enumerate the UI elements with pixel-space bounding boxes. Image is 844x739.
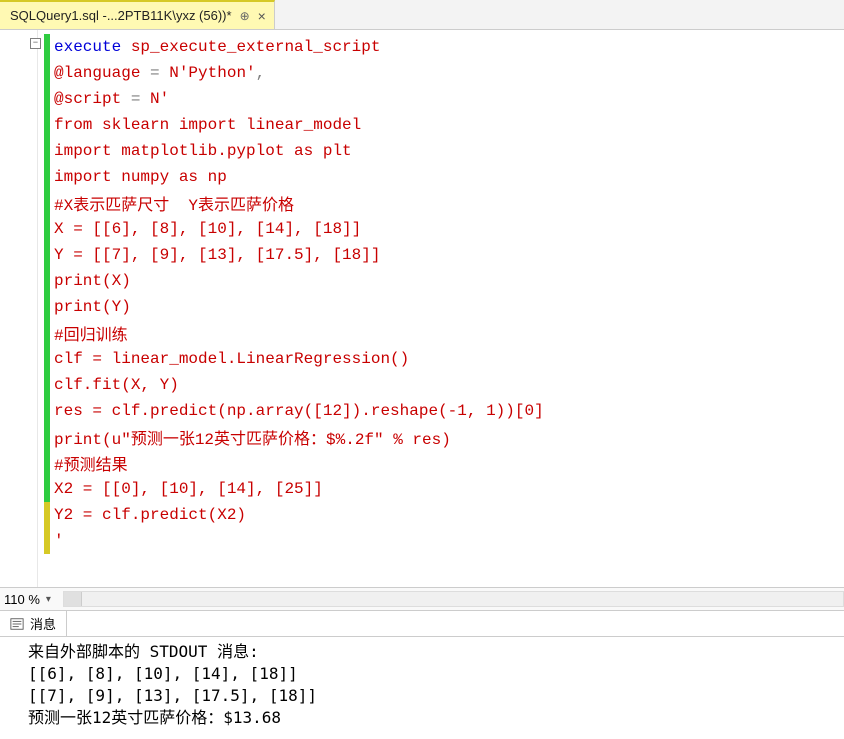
code-token: #X表示匹萨尺寸 Y表示匹萨价格 <box>54 191 294 215</box>
change-marker <box>44 294 50 320</box>
code-token: print(u"预测一张12英寸匹萨价格：$%.2f" % res) <box>54 425 451 449</box>
code-line[interactable]: res = clf.predict(np.array([12]).reshape… <box>44 398 844 424</box>
close-icon[interactable]: × <box>258 8 266 24</box>
code-line[interactable]: @language = N'Python', <box>44 60 844 86</box>
code-line[interactable]: print(Y) <box>44 294 844 320</box>
horizontal-scrollbar[interactable] <box>63 591 844 607</box>
code-token: @language <box>54 64 150 82</box>
change-marker <box>44 138 50 164</box>
code-line[interactable]: ' <box>44 528 844 554</box>
code-line[interactable]: clf.fit(X, Y) <box>44 372 844 398</box>
code-token: clf.fit(X, Y) <box>54 376 179 394</box>
code-token: X2 = [[0], [10], [14], [25]] <box>54 480 323 498</box>
tab-bar: SQLQuery1.sql -...2PTB11K\yxz (56))* ⊕ × <box>0 0 844 30</box>
change-marker <box>44 398 50 424</box>
messages-tab-label: 消息 <box>30 614 56 633</box>
code-token: Y2 = clf.predict(X2) <box>54 506 246 524</box>
change-marker <box>44 86 50 112</box>
code-line[interactable]: #回归训练 <box>44 320 844 346</box>
change-marker <box>44 60 50 86</box>
change-marker <box>44 450 50 476</box>
code-token: print(X) <box>54 272 131 290</box>
code-token: N <box>140 90 159 108</box>
change-marker <box>44 34 50 60</box>
change-marker <box>44 424 50 450</box>
code-line[interactable]: import matplotlib.pyplot as plt <box>44 138 844 164</box>
code-line[interactable]: import numpy as np <box>44 164 844 190</box>
output-line: [[6], [8], [10], [14], [18]] <box>28 663 838 685</box>
code-line[interactable]: @script = N' <box>44 86 844 112</box>
code-token: #预测结果 <box>54 451 128 475</box>
change-marker <box>44 320 50 346</box>
output-line: 来自外部脚本的 STDOUT 消息: <box>28 641 838 663</box>
change-marker <box>44 216 50 242</box>
code-token: X = [[6], [8], [10], [14], [18]] <box>54 220 361 238</box>
document-tab[interactable]: SQLQuery1.sql -...2PTB11K\yxz (56))* ⊕ × <box>0 0 275 29</box>
code-token: = <box>150 64 160 82</box>
code-line[interactable]: from sklearn import linear_model <box>44 112 844 138</box>
scrollbar-left-arrow[interactable] <box>64 592 82 606</box>
output-line: 预测一张12英寸匹萨价格：$13.68 <box>28 707 838 729</box>
output-line: [[7], [9], [13], [17.5], [18]] <box>28 685 838 707</box>
code-token: import matplotlib.pyplot as plt <box>54 142 352 160</box>
code-token: from sklearn import linear_model <box>54 116 361 134</box>
change-marker <box>44 372 50 398</box>
messages-tab[interactable]: 消息 <box>0 611 67 636</box>
code-token: ' <box>160 90 170 108</box>
code-token: sp_execute_external_script <box>121 38 380 56</box>
code-line[interactable]: #X表示匹萨尺寸 Y表示匹萨价格 <box>44 190 844 216</box>
editor-gutter: − <box>0 30 38 587</box>
code-area[interactable]: execute sp_execute_external_script@langu… <box>38 30 844 587</box>
code-line[interactable]: print(X) <box>44 268 844 294</box>
code-line[interactable]: print(u"预测一张12英寸匹萨价格：$%.2f" % res) <box>44 424 844 450</box>
code-token: res = clf.predict(np.array([12]).reshape… <box>54 402 544 420</box>
code-token: import numpy as np <box>54 168 227 186</box>
messages-output[interactable]: 来自外部脚本的 STDOUT 消息:[[6], [8], [10], [14],… <box>0 637 844 739</box>
code-line[interactable]: #预测结果 <box>44 450 844 476</box>
code-token: , <box>256 64 266 82</box>
code-line[interactable]: Y = [[7], [9], [13], [17.5], [18]] <box>44 242 844 268</box>
code-line[interactable]: execute sp_execute_external_script <box>44 34 844 60</box>
code-editor[interactable]: − execute sp_execute_external_script@lan… <box>0 30 844 587</box>
change-marker <box>44 528 50 554</box>
code-line[interactable]: Y2 = clf.predict(X2) <box>44 502 844 528</box>
change-marker <box>44 476 50 502</box>
code-token: Y = [[7], [9], [13], [17.5], [18]] <box>54 246 380 264</box>
code-line[interactable]: X2 = [[0], [10], [14], [25]] <box>44 476 844 502</box>
code-line[interactable]: clf = linear_model.LinearRegression() <box>44 346 844 372</box>
code-token: @script <box>54 90 131 108</box>
change-marker <box>44 190 50 216</box>
code-token: 'Python' <box>179 64 256 82</box>
code-token: #回归训练 <box>54 321 128 345</box>
code-token: execute <box>54 38 121 56</box>
pin-icon[interactable]: ⊕ <box>240 9 250 23</box>
zoom-dropdown-icon[interactable]: ▾ <box>46 594 51 605</box>
results-tab-bar: 消息 <box>0 611 844 637</box>
code-token: ' <box>54 532 64 550</box>
tab-title: SQLQuery1.sql -...2PTB11K\yxz (56))* <box>10 8 232 23</box>
change-marker <box>44 268 50 294</box>
change-marker <box>44 242 50 268</box>
change-marker <box>44 164 50 190</box>
zoom-level[interactable]: 110 % <box>4 592 40 607</box>
code-token: = <box>131 90 141 108</box>
change-marker <box>44 502 50 528</box>
change-marker <box>44 346 50 372</box>
code-token: clf = linear_model.LinearRegression() <box>54 350 409 368</box>
zoom-bar: 110 % ▾ <box>0 587 844 611</box>
code-token: print(Y) <box>54 298 131 316</box>
code-line[interactable]: X = [[6], [8], [10], [14], [18]] <box>44 216 844 242</box>
messages-icon <box>10 617 24 631</box>
change-marker <box>44 112 50 138</box>
code-token: N <box>160 64 179 82</box>
